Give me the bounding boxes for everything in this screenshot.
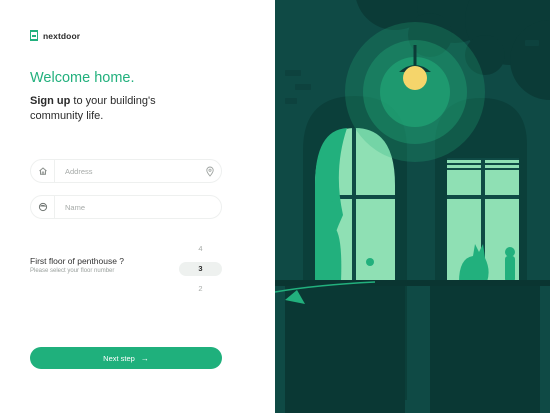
door-logo-icon [30,30,38,41]
next-step-button[interactable]: Next step → [30,347,222,369]
signup-bold: Sign up [30,95,71,107]
name-input[interactable] [55,202,221,212]
floor-question: First floor of penthouse ? [30,256,125,266]
face-icon [31,196,55,218]
building-illustration [275,0,550,413]
home-icon [31,160,55,182]
floor-option-above[interactable]: 4 [179,244,222,253]
floor-hint: Please select your floor number [30,268,115,274]
address-input[interactable] [55,166,199,176]
name-field[interactable] [30,195,222,219]
signup-panel: nextdoor Welcome home. Sign up to your b… [0,0,275,413]
floor-number-picker[interactable]: 4 3 2 [179,240,222,296]
next-step-label: Next step [103,353,135,363]
signup-tagline: Sign up to your building's community lif… [30,94,210,124]
night-window-scene [275,0,550,413]
floor-option-below[interactable]: 2 [179,284,222,293]
floor-option-selected[interactable]: 3 [179,262,222,276]
brand-logo: nextdoor [30,30,80,41]
address-field[interactable] [30,159,222,183]
location-pin-icon[interactable] [199,166,221,177]
arrow-right-icon: → [140,353,149,363]
ceiling-lamp [345,22,485,162]
brand-name: nextdoor [43,30,81,41]
welcome-heading: Welcome home. [30,70,135,86]
